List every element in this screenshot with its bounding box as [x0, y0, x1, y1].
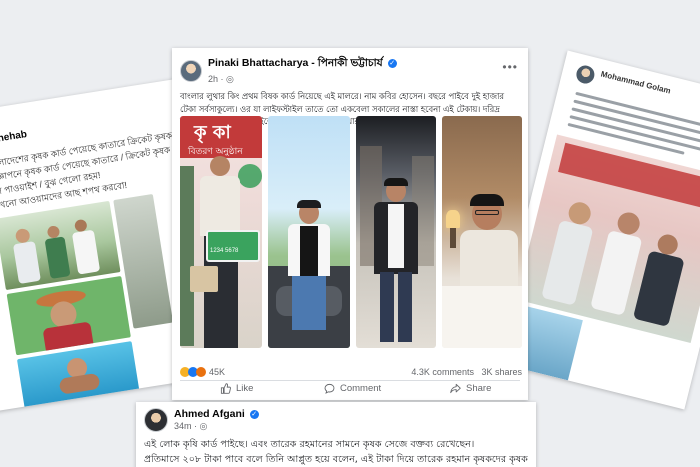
author-name-bn[interactable]: পিনাকী ভট্টাচার্য — [318, 57, 383, 69]
photo-man-on-car[interactable] — [268, 116, 350, 348]
like-button[interactable]: Like — [220, 383, 253, 394]
right-post-author[interactable]: Mohammad Golam — [600, 69, 672, 95]
photo-man-in-bed[interactable] — [442, 116, 522, 348]
krishi-card-number: 1234 5678 — [210, 248, 239, 254]
comment-button[interactable]: Comment — [324, 383, 381, 394]
author-separator: - — [308, 57, 318, 69]
share-button[interactable]: Share — [450, 383, 491, 394]
bottom-post-line: এই লোক কৃষি কার্ড পাইছে। এবং তারেক রহমান… — [144, 439, 475, 450]
bottom-post-card: Ahmed Afgani ✓ 34m · ◎ এই লোক কৃষি কার্ড… — [136, 402, 536, 467]
share-count[interactable]: 3K shares — [481, 367, 522, 377]
photo-event-banner[interactable]: কৃ কা বিতরণ অনুষ্ঠান 1234 5678 — [180, 116, 262, 348]
right-post-avatar[interactable] — [574, 63, 597, 86]
bottom-post-line: প্রতিমাসে ২০৮ টাকা পাবে বলে তিনি আপ্লুত … — [144, 454, 528, 465]
bottom-post-text: এই লোক কৃষি কার্ড পাইছে। এবং তারেক রহমান… — [144, 437, 534, 467]
ahmed-afgani-avatar[interactable] — [144, 408, 168, 432]
main-post-header: Pinaki Bhattacharya - পিনাকী ভট্টাচার্য … — [180, 56, 397, 85]
action-divider — [180, 380, 520, 381]
engagement-counts: 4.3K comments 3K shares — [411, 367, 522, 377]
like-label: Like — [236, 383, 254, 394]
photo-man-in-mall[interactable] — [356, 116, 436, 348]
comment-count[interactable]: 4.3K comments — [411, 367, 474, 377]
pinaki-avatar[interactable] — [180, 59, 202, 82]
left-post-photo-group[interactable] — [0, 200, 121, 291]
bottom-post-time[interactable]: 34m — [174, 421, 192, 431]
comment-label: Comment — [340, 383, 382, 394]
main-post-author[interactable]: Pinaki Bhattacharya - পিনাকী ভট্টাচার্য … — [208, 56, 397, 73]
share-arrow-icon — [450, 383, 461, 394]
globe-icon: · ◎ — [194, 421, 208, 431]
verified-badge-icon: ✓ — [249, 410, 259, 419]
post-meta: 2h · ◎ — [208, 74, 397, 85]
share-label: Share — [466, 383, 492, 394]
more-options-icon[interactable]: ••• — [502, 60, 518, 74]
angry-reaction-icon — [196, 367, 206, 377]
bottom-author-name[interactable]: Ahmed Afgani — [174, 408, 245, 420]
bottom-post-header: Ahmed Afgani ✓ 34m · ◎ — [144, 408, 259, 432]
bottom-post-meta: 34m · ◎ — [174, 421, 259, 432]
globe-icon: · ◎ — [220, 74, 234, 84]
post-time[interactable]: 2h — [208, 74, 218, 84]
bottom-post-author[interactable]: Ahmed Afgani ✓ — [174, 408, 259, 420]
author-name-en[interactable]: Pinaki Bhattacharya — [208, 57, 308, 69]
reaction-summary[interactable]: 45K — [180, 367, 225, 377]
thumbs-up-icon — [220, 383, 231, 394]
left-post-author[interactable]: h Shehab — [0, 129, 28, 147]
reaction-count: 45K — [209, 367, 226, 377]
verified-badge-icon: ✓ — [387, 59, 397, 68]
main-post-card: Pinaki Bhattacharya - পিনাকী ভট্টাচার্য … — [172, 48, 528, 400]
comment-bubble-icon — [324, 383, 335, 394]
